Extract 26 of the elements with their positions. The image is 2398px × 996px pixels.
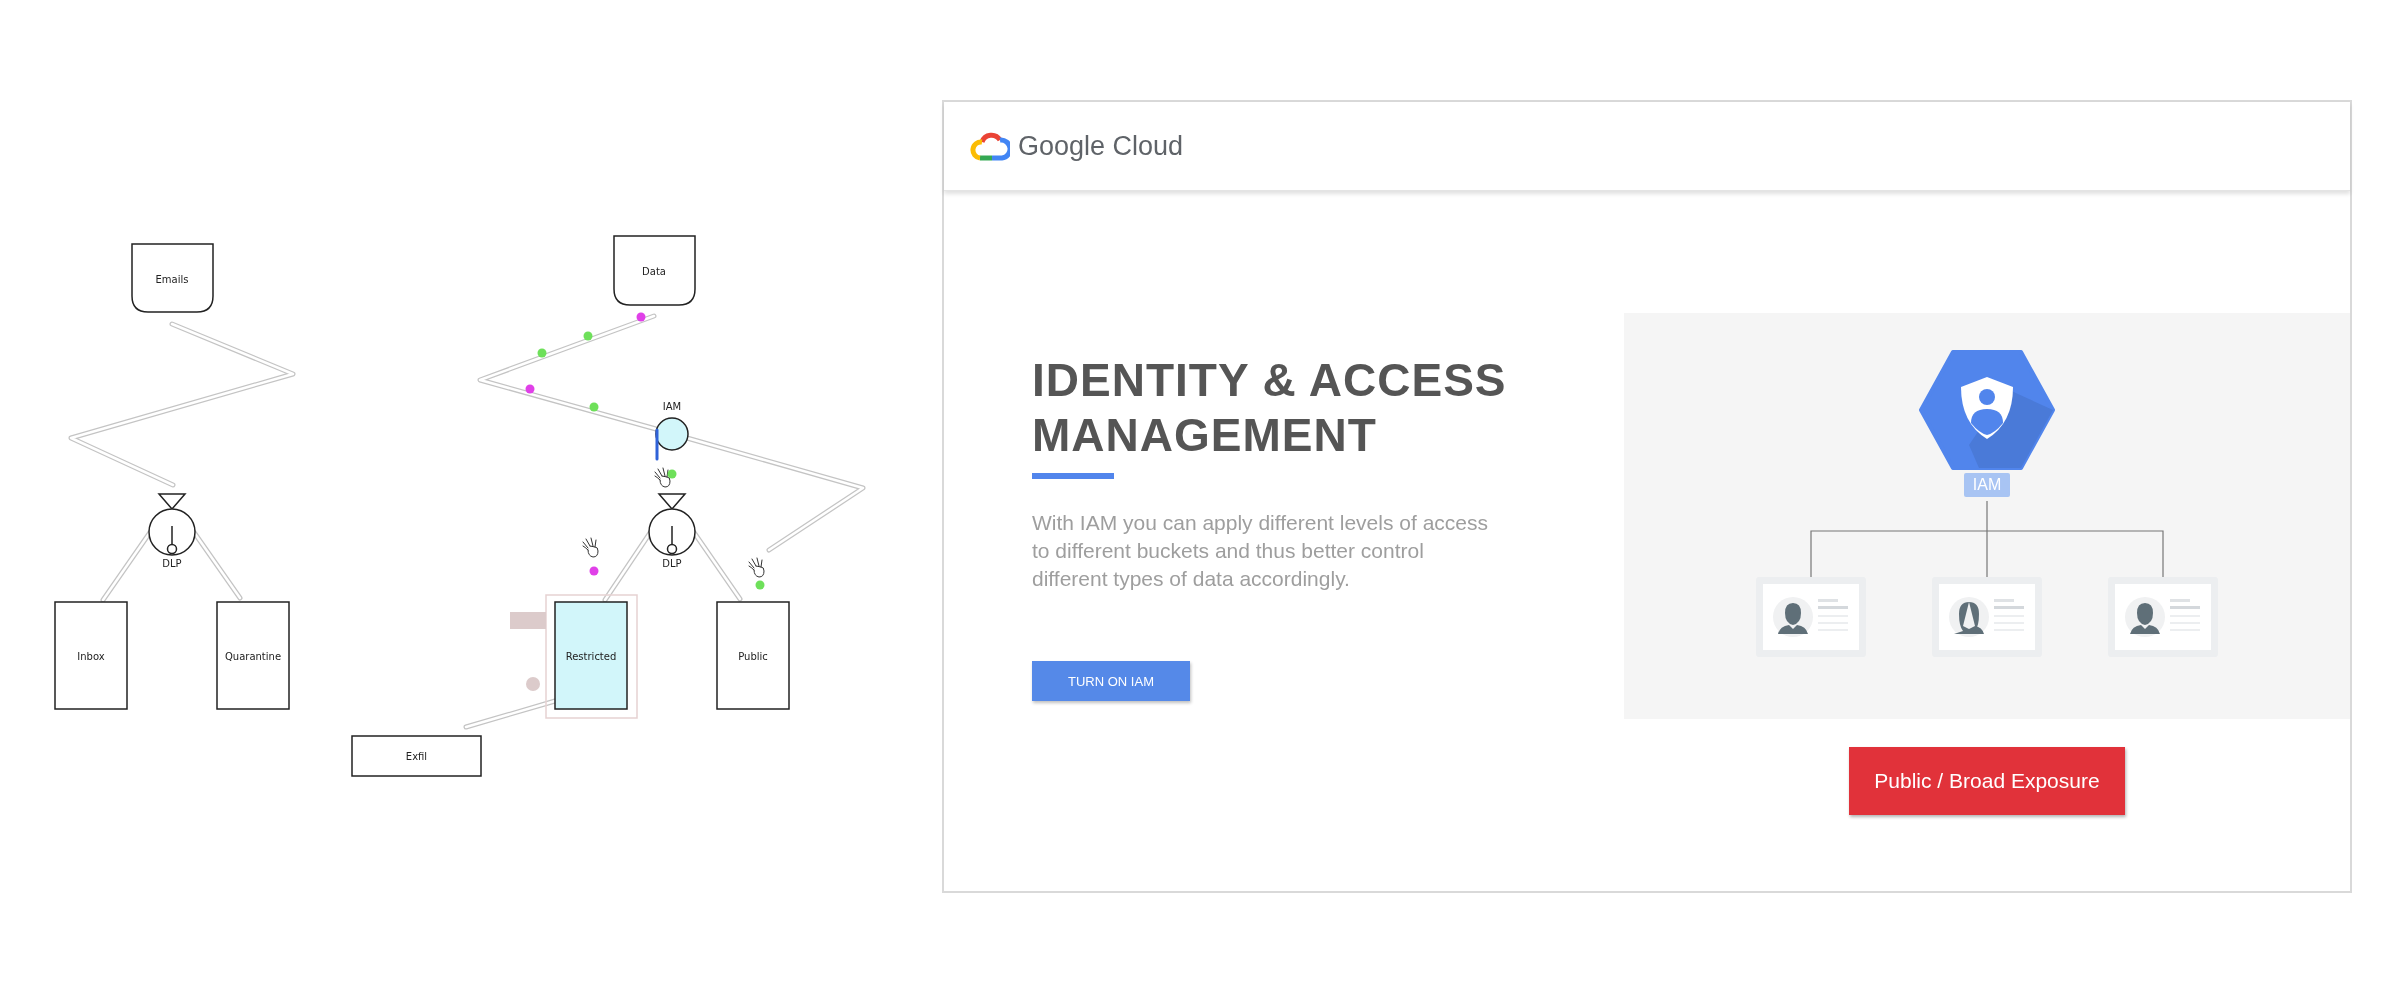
bucket-node[interactable]: Restricted xyxy=(554,601,628,710)
iam-badge: IAM xyxy=(1963,473,2011,497)
card-title: IDENTITY & ACCESS MANAGEMENT xyxy=(1032,353,1508,463)
gate-label: IAM xyxy=(662,401,682,412)
brand-name: Google Cloud xyxy=(1018,130,1184,162)
filter-valve xyxy=(648,493,696,556)
exposure-button[interactable]: Public / Broad Exposure xyxy=(1849,747,2125,815)
hand-icon xyxy=(654,467,671,488)
hand-icon xyxy=(748,557,765,578)
bucket-node[interactable]: Quarantine xyxy=(216,601,290,710)
gate-label: DLP xyxy=(662,558,682,569)
source-node: Emails xyxy=(131,243,214,313)
gate-bar xyxy=(655,428,659,461)
gate-label: DLP xyxy=(162,558,182,569)
cloud-logo-icon xyxy=(970,130,1010,162)
filter-valve xyxy=(148,493,196,556)
dot-marker[interactable] xyxy=(526,677,540,691)
source-node: Data xyxy=(613,235,696,306)
tab-marker[interactable] xyxy=(510,612,546,629)
bucket-node[interactable]: Exfil xyxy=(351,735,482,777)
bucket-node[interactable]: Public xyxy=(716,601,790,710)
description-text: With IAM you can apply different levels of access to different buckets and thus better control different types of data accordingly. xyxy=(1032,510,1489,592)
hand-icon xyxy=(582,537,599,558)
access-gate xyxy=(655,417,689,451)
shield-user-icon xyxy=(1919,349,2055,471)
bucket-node[interactable]: Inbox xyxy=(54,601,128,710)
